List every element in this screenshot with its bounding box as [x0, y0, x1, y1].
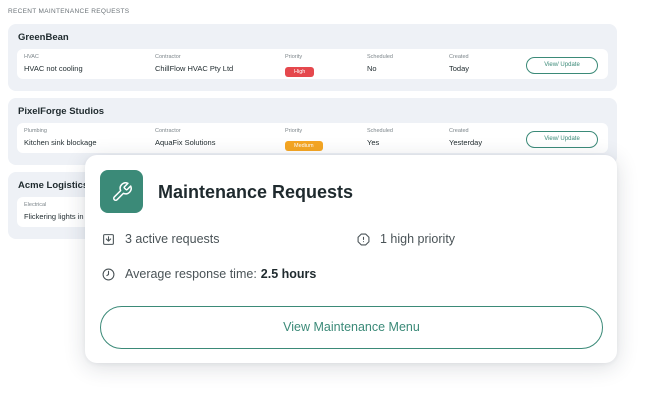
priority-label: Priority — [285, 54, 303, 60]
priority-label: Priority — [285, 128, 303, 134]
response-time-label: Average response time: — [125, 267, 257, 281]
created-value: Yesterday — [449, 138, 483, 147]
scheduled-value: Yes — [367, 138, 380, 147]
issue-text: Kitchen sink blockage — [24, 138, 97, 147]
contractor-cell: Contractor AquaFix Solutions — [155, 128, 215, 147]
priority-badge: Medium — [285, 141, 323, 151]
scheduled-cell: Scheduled Yes — [367, 128, 393, 147]
section-title: RECENT MAINTENANCE REQUESTS — [8, 8, 130, 15]
created-cell: Created Yesterday — [449, 128, 482, 147]
view-update-button[interactable]: View/ Update — [526, 57, 598, 74]
high-priority-stat: 1 high priority — [357, 232, 455, 246]
group-name: PixelForge Studios — [18, 106, 105, 117]
response-time-stat: Average response time: 2.5 hours — [102, 267, 316, 281]
priority-cell: Priority High — [285, 54, 315, 78]
group-name: GreenBean — [18, 32, 69, 43]
created-label: Created — [449, 54, 469, 60]
request-row: HVAC HVAC not cooling Contractor ChillFl… — [17, 49, 608, 79]
view-update-button[interactable]: View/ Update — [526, 131, 598, 148]
contractor-value: ChillFlow HVAC Pty Ltd — [155, 64, 234, 73]
contractor-value: AquaFix Solutions — [155, 138, 216, 147]
active-requests-text: 3 active requests — [125, 232, 220, 246]
contractor-label: Contractor — [155, 54, 181, 60]
maintenance-summary-card: Maintenance Requests 3 active requests 1… — [85, 155, 617, 363]
category-label: Electrical — [24, 202, 47, 208]
issue-text: HVAC not cooling — [24, 64, 83, 73]
scheduled-label: Scheduled — [367, 54, 393, 60]
scheduled-cell: Scheduled No — [367, 54, 393, 73]
category-cell: HVAC HVAC not cooling — [24, 54, 83, 73]
active-requests-stat: 3 active requests — [102, 232, 220, 246]
priority-badge: High — [285, 67, 315, 77]
category-cell: Plumbing Kitchen sink blockage — [24, 128, 97, 147]
wrench-icon — [100, 170, 143, 213]
created-label: Created — [449, 128, 469, 134]
request-row: Plumbing Kitchen sink blockage Contracto… — [17, 123, 608, 153]
scheduled-value: No — [367, 64, 377, 73]
group-name: Acme Logistics — [18, 180, 89, 191]
scheduled-label: Scheduled — [367, 128, 393, 134]
created-cell: Created Today — [449, 54, 469, 73]
alert-octagon-icon — [357, 233, 370, 245]
response-time-value: 2.5 hours — [260, 267, 317, 281]
contractor-label: Contractor — [155, 128, 181, 134]
priority-cell: Priority Medium — [285, 128, 323, 152]
view-maintenance-menu-button[interactable]: View Maintenance Menu — [100, 306, 603, 349]
high-priority-text: 1 high priority — [380, 232, 456, 246]
inbox-download-icon — [103, 233, 114, 245]
issue-text: Flickering lights in — [24, 212, 84, 221]
category-cell: Electrical Flickering lights in — [24, 202, 84, 221]
category-label: HVAC — [24, 54, 39, 60]
created-value: Today — [449, 64, 470, 73]
request-group-greenbean: GreenBean HVAC HVAC not cooling Contract… — [8, 24, 617, 91]
card-title: Maintenance Requests — [158, 182, 354, 202]
category-label: Plumbing — [24, 128, 47, 134]
contractor-cell: Contractor ChillFlow HVAC Pty Ltd — [155, 54, 233, 73]
clock-icon — [102, 268, 115, 280]
